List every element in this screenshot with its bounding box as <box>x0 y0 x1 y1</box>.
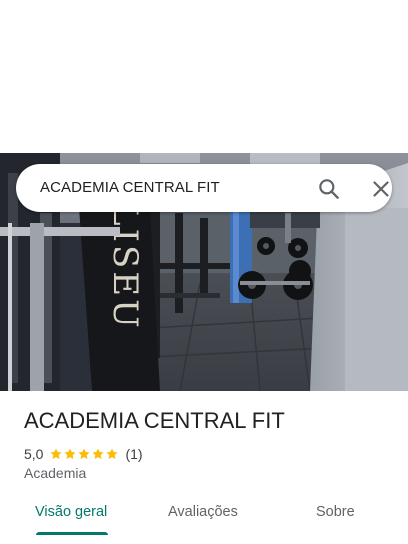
rating-row[interactable]: 5,0 (1) <box>24 445 143 463</box>
tab-about[interactable]: Sobre <box>316 504 355 520</box>
tab-reviews[interactable]: Avaliações <box>168 504 238 520</box>
svg-text:LISEU: LISEU <box>105 203 145 331</box>
review-count[interactable]: (1) <box>125 446 142 462</box>
sign-lettering: LISEU <box>105 203 145 331</box>
search-bar[interactable]: ACADEMIA CENTRAL FIT <box>16 164 392 212</box>
rating-value: 5,0 <box>24 446 44 462</box>
close-icon[interactable] <box>368 176 394 202</box>
search-icon[interactable] <box>316 176 342 202</box>
place-sheet: LISEU ACADEMIA CENTRAL FIT ACADEMIA CENT… <box>0 0 408 544</box>
place-title: ACADEMIA CENTRAL FIT <box>24 408 285 433</box>
star-icon <box>78 448 91 460</box>
star-icon <box>64 448 77 460</box>
star-icon <box>50 448 63 460</box>
search-input[interactable]: ACADEMIA CENTRAL FIT <box>40 179 220 196</box>
place-category: Academia <box>24 465 87 481</box>
tab-bar: Visão geral Avaliações Sobre <box>0 496 408 544</box>
tab-overview[interactable]: Visão geral <box>35 504 107 520</box>
star-rating <box>49 447 119 461</box>
star-icon <box>106 448 119 460</box>
star-icon <box>92 448 105 460</box>
active-tab-indicator <box>36 532 108 535</box>
